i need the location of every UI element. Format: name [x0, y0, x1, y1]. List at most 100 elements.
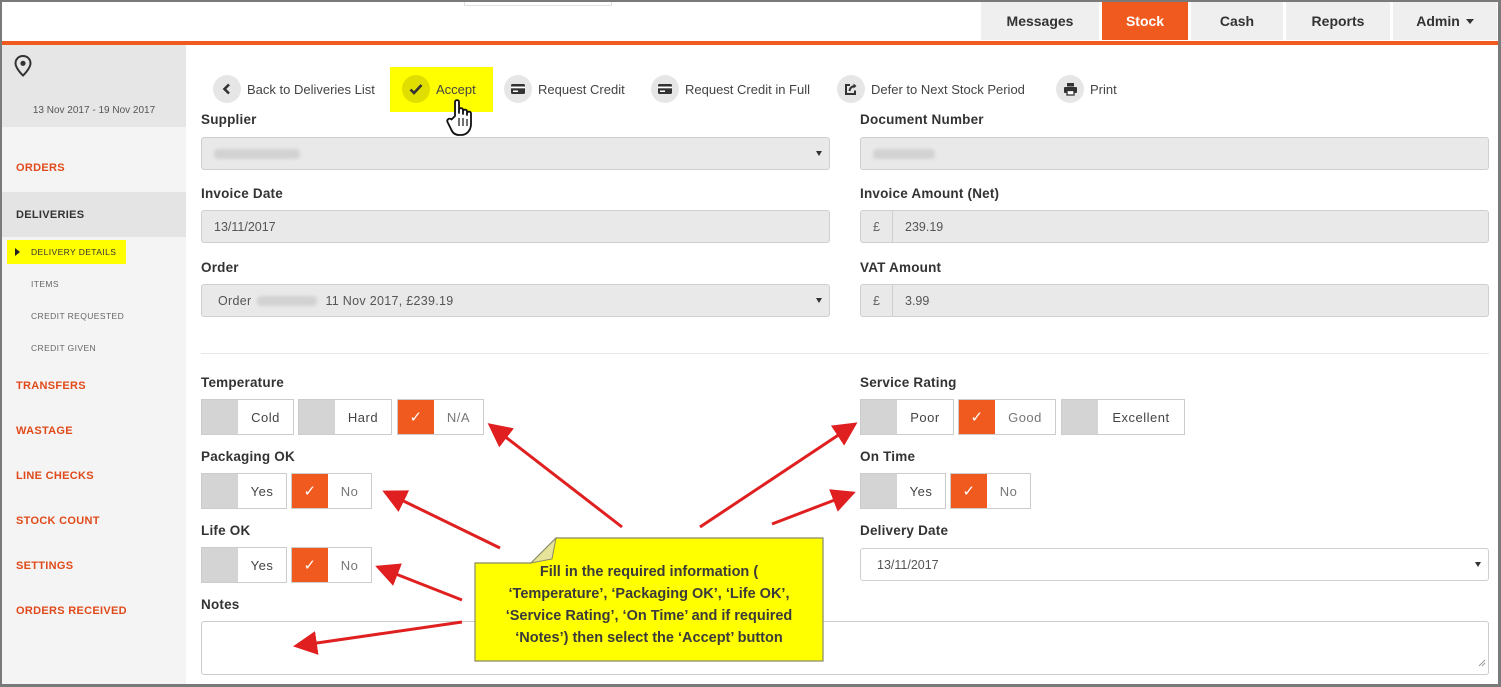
caret-down-icon [1475, 562, 1481, 567]
temperature-hard-toggle[interactable]: Hard [298, 399, 392, 435]
callout-line: ‘Temperature’, ‘Packaging OK’, ‘Life OK’… [508, 586, 790, 602]
arrow-to-life-ok [375, 563, 463, 602]
sidebar-item-items[interactable]: ITEMS [2, 275, 59, 293]
check-icon: ✓ [303, 557, 317, 574]
callout-text: Fill in the required information ( ‘Temp… [474, 561, 824, 649]
sidebar-item-transfers[interactable]: TRANSFERS [2, 373, 186, 399]
packaging-yes-toggle[interactable]: Yes [201, 473, 287, 509]
check-icon [402, 75, 430, 103]
order-prefix: Order [218, 293, 252, 308]
sidebar-item-delivery-details[interactable]: DELIVERY DETAILS [7, 240, 127, 264]
sidebar-item-orders[interactable]: ORDERS [2, 153, 186, 183]
print-button[interactable]: Print [1056, 74, 1117, 104]
checkbox-box: ✓ [292, 548, 328, 582]
invoice-date-value: 13/11/2017 [214, 219, 276, 234]
vat-amount-label: VAT Amount [860, 260, 942, 275]
packaging-no-toggle[interactable]: ✓ No [291, 473, 372, 509]
invoice-date-field[interactable]: 13/11/2017 [201, 210, 830, 243]
temperature-na-toggle[interactable]: ✓ N/A [397, 399, 484, 435]
on-time-yes-toggle[interactable]: Yes [860, 473, 946, 509]
invoice-amount-value: 239.19 [905, 219, 944, 234]
nav-underline [0, 41, 1501, 45]
currency-addon: £ [861, 211, 893, 242]
on-time-label: On Time [860, 449, 916, 464]
invoice-date-label: Invoice Date [201, 186, 283, 201]
callout-line: ‘Notes’) then select the ‘Accept’ button [515, 630, 783, 646]
delivery-date-select[interactable]: 13/11/2017 [860, 548, 1489, 581]
life-ok-label: Life OK [201, 523, 251, 538]
tab-cash-label: Cash [1219, 13, 1255, 29]
checkbox-box: ✓ [951, 474, 987, 508]
life-ok-no-label: No [340, 557, 359, 573]
callout-line: ‘Service Rating’, ‘On Time’ and if requi… [505, 608, 793, 624]
redacted-value [257, 295, 318, 306]
defer-button[interactable]: Defer to Next Stock Period [837, 74, 1025, 104]
life-ok-yes-toggle[interactable]: Yes [201, 547, 287, 583]
on-time-yes-label: Yes [909, 483, 933, 499]
checkbox-box [202, 474, 238, 508]
invoice-amount-label: Invoice Amount (Net) [860, 186, 1000, 201]
temperature-cold-toggle[interactable]: Cold [201, 399, 294, 435]
tab-stock[interactable]: Stock [1102, 2, 1188, 40]
sidebar-item-stock-count[interactable]: STOCK COUNT [2, 508, 186, 534]
sidebar-item-wastage[interactable]: WASTAGE [2, 418, 186, 444]
order-select[interactable]: Order 11 Nov 2017, £239.19 [201, 284, 830, 317]
stock-period-dates: 13 Nov 2017 - 19 Nov 2017 [32, 105, 156, 116]
tab-admin[interactable]: Admin [1393, 2, 1497, 40]
credit-card-icon [504, 75, 532, 103]
redacted-value [214, 148, 300, 159]
accept-label: Accept [436, 81, 476, 97]
sidebar-item-settings[interactable]: SETTINGS [2, 553, 186, 579]
arrow-to-on-time [771, 489, 856, 526]
tab-reports[interactable]: Reports [1286, 2, 1390, 40]
request-credit-button[interactable]: Request Credit [504, 74, 625, 104]
service-rating-good-label: Good [1008, 409, 1042, 425]
life-ok-yes-label: Yes [250, 557, 274, 573]
chevron-left-icon [213, 75, 241, 103]
on-time-no-toggle[interactable]: ✓ No [950, 473, 1031, 509]
request-credit-full-button[interactable]: Request Credit in Full [651, 74, 810, 104]
service-rating-poor-toggle[interactable]: Poor [860, 399, 954, 435]
document-number-field[interactable] [860, 137, 1489, 170]
sidebar-item-line-checks[interactable]: LINE CHECKS [2, 463, 186, 489]
arrow-to-temperature [487, 423, 623, 529]
checkbox-box [861, 400, 897, 434]
sidebar-item-delivery-details-label: DELIVERY DETAILS [31, 247, 117, 257]
life-ok-no-toggle[interactable]: ✓ No [291, 547, 372, 583]
tab-cash[interactable]: Cash [1191, 2, 1283, 40]
service-rating-excellent-label: Excellent [1112, 409, 1170, 425]
sidebar-item-deliveries[interactable]: DELIVERIES [2, 192, 186, 237]
delivery-date-label: Delivery Date [860, 523, 949, 538]
location-pin-icon[interactable] [14, 54, 32, 82]
notes-textarea[interactable] [201, 621, 1489, 675]
service-rating-excellent-toggle[interactable]: Excellent [1061, 399, 1185, 435]
hand-cursor-icon [446, 98, 480, 143]
packaging-yes-label: Yes [250, 483, 274, 499]
check-icon: ✓ [970, 409, 984, 426]
tab-messages[interactable]: Messages [981, 2, 1099, 40]
caret-down-icon [816, 151, 822, 156]
checkbox-box [299, 400, 335, 434]
on-time-no-label: No [999, 483, 1018, 499]
invoice-amount-field[interactable]: £ 239.19 [860, 210, 1489, 243]
service-rating-good-toggle[interactable]: ✓ Good [958, 399, 1056, 435]
sidebar-item-credit-requested[interactable]: CREDIT REQUESTED [2, 307, 124, 325]
back-to-deliveries-button[interactable]: Back to Deliveries List [213, 74, 375, 104]
request-credit-label: Request Credit [538, 81, 625, 97]
arrow-to-service-rating [699, 422, 858, 529]
sidebar-header: 13 Nov 2017 - 19 Nov 2017 [2, 45, 186, 127]
vat-amount-field[interactable]: £ 3.99 [860, 284, 1489, 317]
sidebar-item-credit-given[interactable]: CREDIT GIVEN [2, 339, 96, 357]
caret-right-icon [15, 248, 20, 256]
checkbox-box [202, 548, 238, 582]
checkbox-box [1062, 400, 1098, 434]
checkbox-box [861, 474, 897, 508]
resize-grip-icon[interactable] [1476, 654, 1486, 672]
share-arrow-icon [837, 75, 865, 103]
supplier-select[interactable] [201, 137, 830, 170]
check-icon: ✓ [962, 483, 976, 500]
temperature-hard-label: Hard [347, 409, 379, 425]
sidebar-item-orders-received[interactable]: ORDERS RECEIVED [2, 598, 186, 624]
delivery-date-value: 13/11/2017 [877, 557, 939, 572]
currency-addon: £ [861, 285, 893, 316]
